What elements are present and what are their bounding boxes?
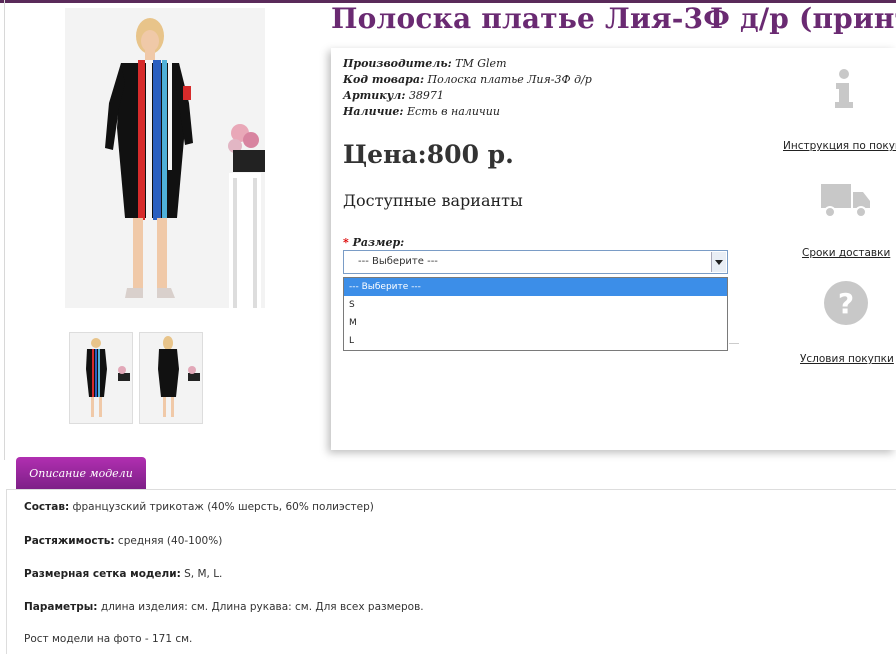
- product-thumbnail-back[interactable]: [139, 332, 203, 424]
- product-thumbnail-front[interactable]: [69, 332, 133, 424]
- info-icon: [831, 68, 857, 114]
- meta-availability: Наличие: Есть в наличии: [343, 105, 500, 118]
- size-option-l[interactable]: L: [344, 332, 727, 350]
- size-option-s[interactable]: S: [344, 296, 727, 314]
- divider: [729, 343, 739, 344]
- instruction-link[interactable]: Инструкция по покупке: [783, 140, 896, 152]
- question-icon: ?: [823, 280, 869, 330]
- size-option-default[interactable]: --- Выберите ---: [344, 278, 727, 296]
- meta-article: Артикул: 38971: [343, 89, 444, 102]
- variants-title: Доступные варианты: [343, 191, 523, 210]
- product-main-image[interactable]: [65, 8, 265, 308]
- meta-product-code: Код товара: Полоска платье Лия-3Ф д/р: [343, 73, 592, 86]
- size-select-value: --- Выберите ---: [358, 256, 438, 267]
- size-label: * Размер:: [343, 236, 405, 249]
- description-composition: Состав: французский трикотаж (40% шерсть…: [24, 501, 374, 513]
- description-parameters: Параметры: длина изделия: см. Длина рука…: [24, 601, 424, 613]
- tab-divider: [6, 489, 896, 490]
- svg-text:?: ?: [838, 287, 854, 320]
- size-select[interactable]: --- Выберите ---: [343, 250, 728, 274]
- delivery-link[interactable]: Сроки доставки: [802, 247, 890, 259]
- description-left-border: [6, 490, 7, 654]
- description-stretch: Растяжимость: средняя (40-100%): [24, 535, 223, 547]
- purchase-terms-link[interactable]: Условия покупки: [800, 353, 894, 365]
- product-info-panel: Производитель: TM Glem Код товара: Полос…: [331, 48, 896, 450]
- description-size-grid: Размерная сетка модели: S, M, L.: [24, 568, 223, 580]
- product-title: Полоска платье Лия-3Ф д/р (принт): [331, 2, 896, 35]
- delivery-truck-icon: [821, 178, 871, 224]
- chevron-down-icon[interactable]: [711, 252, 726, 272]
- left-divider: [4, 0, 5, 460]
- product-meta: Производитель: TM Glem Код товара: Полос…: [343, 56, 592, 120]
- meta-manufacturer: Производитель: TM Glem: [343, 57, 507, 70]
- size-option-m[interactable]: M: [344, 314, 727, 332]
- required-marker: *: [343, 236, 349, 249]
- description-model-height: Рост модели на фото - 171 см.: [24, 633, 193, 645]
- tab-description[interactable]: Описание модели: [16, 457, 146, 490]
- size-dropdown[interactable]: --- Выберите --- S M L: [343, 277, 728, 351]
- product-price: Цена:800 р.: [343, 140, 514, 169]
